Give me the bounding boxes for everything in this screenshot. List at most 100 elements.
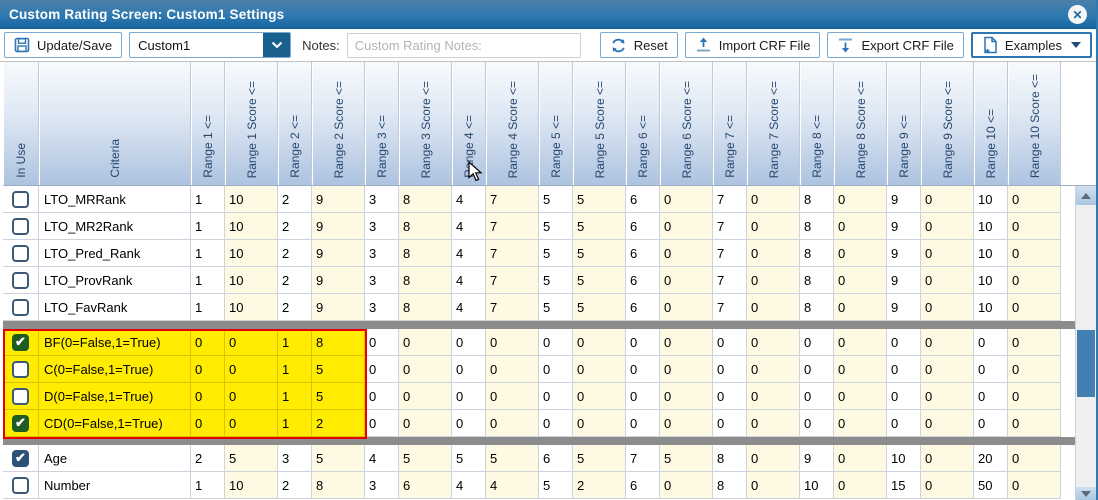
- column-header[interactable]: Range 7 <=: [713, 62, 747, 185]
- value-cell[interactable]: 5: [573, 186, 626, 213]
- value-cell[interactable]: 0: [834, 472, 887, 499]
- value-cell[interactable]: 0: [1008, 329, 1061, 356]
- column-header[interactable]: Range 10 <=: [974, 62, 1008, 185]
- value-cell[interactable]: 10: [225, 267, 278, 294]
- value-cell[interactable]: 1: [191, 186, 225, 213]
- value-cell[interactable]: 7: [486, 213, 539, 240]
- value-cell[interactable]: 0: [486, 356, 539, 383]
- value-cell[interactable]: 10: [974, 240, 1008, 267]
- scrollbar-thumb[interactable]: [1077, 330, 1095, 397]
- column-header[interactable]: In Use: [3, 62, 39, 185]
- value-cell[interactable]: 0: [713, 329, 747, 356]
- value-cell[interactable]: 10: [974, 294, 1008, 321]
- value-cell[interactable]: 0: [660, 383, 713, 410]
- value-cell[interactable]: 4: [452, 267, 486, 294]
- column-header[interactable]: Range 4 Score <=: [486, 62, 539, 185]
- value-cell[interactable]: 0: [452, 383, 486, 410]
- value-cell[interactable]: 9: [312, 294, 365, 321]
- value-cell[interactable]: 0: [921, 410, 974, 437]
- value-cell[interactable]: 0: [1008, 213, 1061, 240]
- value-cell[interactable]: 0: [399, 410, 452, 437]
- value-cell[interactable]: 5: [539, 186, 573, 213]
- column-header[interactable]: Range 1 <=: [191, 62, 225, 185]
- value-cell[interactable]: 7: [626, 445, 660, 472]
- value-cell[interactable]: 2: [573, 472, 626, 499]
- value-cell[interactable]: 0: [834, 356, 887, 383]
- in-use-checkbox[interactable]: [12, 245, 29, 262]
- value-cell[interactable]: 0: [1008, 356, 1061, 383]
- close-icon[interactable]: ✕: [1068, 5, 1087, 24]
- value-cell[interactable]: 0: [747, 472, 800, 499]
- value-cell[interactable]: 0: [539, 356, 573, 383]
- column-header[interactable]: Range 1 Score <=: [225, 62, 278, 185]
- value-cell[interactable]: 5: [225, 445, 278, 472]
- in-use-checkbox[interactable]: [12, 272, 29, 289]
- value-cell[interactable]: 0: [921, 267, 974, 294]
- value-cell[interactable]: 0: [1008, 383, 1061, 410]
- value-cell[interactable]: 7: [486, 294, 539, 321]
- value-cell[interactable]: 0: [834, 213, 887, 240]
- value-cell[interactable]: 0: [921, 356, 974, 383]
- preset-dropdown[interactable]: Custom1: [129, 32, 291, 58]
- value-cell[interactable]: 7: [713, 294, 747, 321]
- value-cell[interactable]: 0: [921, 472, 974, 499]
- value-cell[interactable]: 0: [800, 383, 834, 410]
- value-cell[interactable]: 0: [539, 410, 573, 437]
- value-cell[interactable]: 8: [713, 445, 747, 472]
- value-cell[interactable]: 1: [278, 356, 312, 383]
- value-cell[interactable]: 0: [1008, 445, 1061, 472]
- value-cell[interactable]: 0: [573, 356, 626, 383]
- value-cell[interactable]: 0: [191, 356, 225, 383]
- value-cell[interactable]: 0: [974, 356, 1008, 383]
- value-cell[interactable]: 0: [747, 410, 800, 437]
- vertical-scrollbar[interactable]: [1075, 186, 1096, 500]
- in-use-checkbox[interactable]: [12, 218, 29, 235]
- value-cell[interactable]: 1: [191, 267, 225, 294]
- value-cell[interactable]: 0: [486, 383, 539, 410]
- value-cell[interactable]: 0: [887, 383, 921, 410]
- value-cell[interactable]: 6: [626, 472, 660, 499]
- column-header[interactable]: Range 5 <=: [539, 62, 573, 185]
- value-cell[interactable]: 0: [713, 383, 747, 410]
- value-cell[interactable]: 0: [747, 294, 800, 321]
- value-cell[interactable]: 0: [191, 383, 225, 410]
- value-cell[interactable]: 0: [660, 329, 713, 356]
- value-cell[interactable]: 0: [747, 329, 800, 356]
- value-cell[interactable]: 5: [573, 213, 626, 240]
- value-cell[interactable]: 0: [747, 213, 800, 240]
- value-cell[interactable]: 8: [399, 267, 452, 294]
- value-cell[interactable]: 0: [539, 329, 573, 356]
- value-cell[interactable]: 2: [278, 267, 312, 294]
- value-cell[interactable]: 10: [974, 213, 1008, 240]
- value-cell[interactable]: 0: [747, 356, 800, 383]
- value-cell[interactable]: 0: [573, 383, 626, 410]
- value-cell[interactable]: 10: [225, 472, 278, 499]
- value-cell[interactable]: 9: [800, 445, 834, 472]
- value-cell[interactable]: 0: [660, 267, 713, 294]
- value-cell[interactable]: 8: [399, 240, 452, 267]
- value-cell[interactable]: 0: [834, 267, 887, 294]
- value-cell[interactable]: 4: [452, 472, 486, 499]
- value-cell[interactable]: 0: [747, 445, 800, 472]
- value-cell[interactable]: 0: [921, 240, 974, 267]
- value-cell[interactable]: 7: [486, 240, 539, 267]
- value-cell[interactable]: 8: [800, 186, 834, 213]
- value-cell[interactable]: 5: [312, 383, 365, 410]
- value-cell[interactable]: 9: [887, 186, 921, 213]
- value-cell[interactable]: 7: [713, 267, 747, 294]
- column-header[interactable]: Range 9 Score <=: [921, 62, 974, 185]
- value-cell[interactable]: 0: [834, 445, 887, 472]
- value-cell[interactable]: 5: [312, 445, 365, 472]
- value-cell[interactable]: 5: [573, 294, 626, 321]
- value-cell[interactable]: 3: [365, 213, 399, 240]
- import-crf-button[interactable]: Import CRF File: [685, 32, 821, 58]
- value-cell[interactable]: 5: [573, 240, 626, 267]
- value-cell[interactable]: 8: [399, 294, 452, 321]
- value-cell[interactable]: 10: [887, 445, 921, 472]
- value-cell[interactable]: 5: [452, 445, 486, 472]
- value-cell[interactable]: 8: [399, 186, 452, 213]
- value-cell[interactable]: 7: [713, 186, 747, 213]
- value-cell[interactable]: 0: [887, 329, 921, 356]
- in-use-checkbox[interactable]: [12, 299, 29, 316]
- value-cell[interactable]: 2: [312, 410, 365, 437]
